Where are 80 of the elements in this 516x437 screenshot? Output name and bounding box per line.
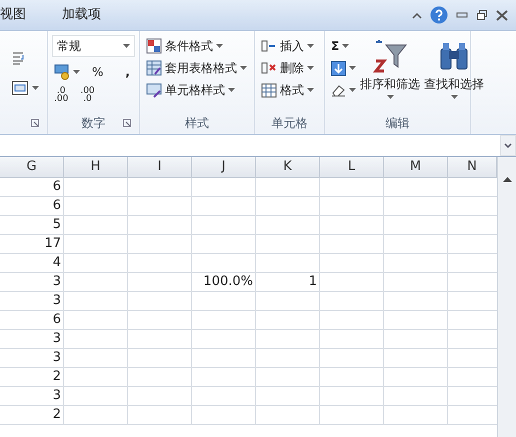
column-header[interactable]: I: [128, 157, 192, 178]
help-icon[interactable]: [430, 6, 448, 24]
column-header[interactable]: N: [448, 157, 497, 178]
cell-menu-button[interactable]: 删除: [259, 57, 316, 79]
group-label: 编辑: [386, 116, 410, 130]
table-cell[interactable]: 17: [0, 235, 64, 254]
group-label: 样式: [185, 116, 209, 130]
number-format-dropdown[interactable]: 常规: [52, 35, 135, 57]
caret-icon: [240, 66, 247, 70]
minimize-icon[interactable]: [456, 12, 468, 18]
percent-button[interactable]: %: [90, 61, 106, 83]
table-cell[interactable]: 3: [0, 273, 64, 292]
caret-icon: [307, 88, 314, 92]
expand-formula-button[interactable]: [500, 135, 516, 156]
caret-icon: [386, 95, 394, 99]
down-arrow-icon: [331, 60, 346, 76]
format-cells-icon: [261, 82, 277, 98]
delete-cells-icon: [261, 60, 277, 76]
chevron-down-icon: [504, 143, 512, 148]
table-cell[interactable]: 3: [0, 349, 64, 368]
style-menu-button[interactable]: 套用表格格式: [144, 57, 249, 79]
table-cell[interactable]: 5: [0, 216, 64, 235]
caret-icon: [32, 86, 39, 90]
table-cell[interactable]: 3: [0, 292, 64, 311]
caret-icon: [73, 70, 80, 74]
dialog-launcher-icon[interactable]: [123, 119, 131, 127]
column-header[interactable]: M: [384, 157, 448, 178]
scroll-up-icon[interactable]: [502, 177, 512, 182]
comma-button[interactable]: ,: [123, 61, 132, 83]
decimal-button[interactable]: .0 .00: [52, 87, 70, 109]
table-cell[interactable]: 1: [256, 273, 320, 292]
table-cell[interactable]: 2: [0, 406, 64, 425]
table-cell[interactable]: 6: [0, 311, 64, 330]
column-header[interactable]: H: [64, 157, 128, 178]
table-cell[interactable]: 4: [0, 254, 64, 273]
close-icon[interactable]: [496, 10, 508, 20]
caret-icon: [228, 88, 235, 92]
conditional-format-icon: [146, 38, 162, 54]
merge-cells-icon[interactable]: [12, 81, 28, 95]
column-header[interactable]: G: [0, 157, 64, 178]
caret-icon: [216, 44, 223, 48]
autosum-button[interactable]: Σ: [329, 35, 358, 57]
sort-filter-button[interactable]: 排序和筛选: [358, 35, 422, 114]
style-menu-button[interactable]: 条件格式: [144, 35, 249, 57]
caret-icon: [450, 95, 458, 99]
style-menu-button[interactable]: 单元格样式: [144, 79, 249, 101]
table-cell[interactable]: 3: [0, 387, 64, 406]
group-label: 单元格: [272, 116, 308, 130]
decimal-button[interactable]: .00 .0: [78, 87, 97, 109]
dialog-launcher-icon[interactable]: [31, 119, 39, 127]
wrap-text-icon[interactable]: [12, 51, 26, 65]
column-header[interactable]: L: [320, 157, 384, 178]
table-format-icon: [146, 60, 162, 76]
column-header[interactable]: K: [256, 157, 320, 178]
sort-filter-icon: [372, 39, 408, 73]
caret-icon: [307, 44, 314, 48]
caret-icon: [307, 66, 314, 70]
caret-icon: [349, 88, 356, 92]
group-label: 数字: [82, 116, 106, 130]
ribbon-tab[interactable]: 加载项: [62, 5, 113, 25]
ribbon-tab[interactable]: 视图: [0, 5, 38, 25]
collapse-ribbon-icon[interactable]: [412, 12, 422, 18]
table-cell[interactable]: 100.0%: [192, 273, 256, 292]
cell-style-icon: [146, 82, 162, 98]
insert-cells-icon: [261, 38, 277, 54]
table-cell[interactable]: 6: [0, 197, 64, 216]
column-header[interactable]: J: [192, 157, 256, 178]
eraser-icon: [331, 84, 346, 96]
money-icon: [54, 64, 70, 80]
find-select-button[interactable]: 查找和选择: [422, 35, 486, 114]
restore-icon[interactable]: [476, 9, 488, 21]
vertical-scrollbar[interactable]: [497, 157, 516, 437]
caret-icon: [342, 44, 350, 48]
caret-icon: [123, 44, 130, 48]
table-cell[interactable]: 2: [0, 368, 64, 387]
cell-menu-button[interactable]: 插入: [259, 35, 316, 57]
table-cell[interactable]: 3: [0, 330, 64, 349]
cell-menu-button[interactable]: 格式: [259, 79, 316, 101]
table-cell[interactable]: 6: [0, 178, 64, 197]
caret-icon: [349, 66, 356, 70]
